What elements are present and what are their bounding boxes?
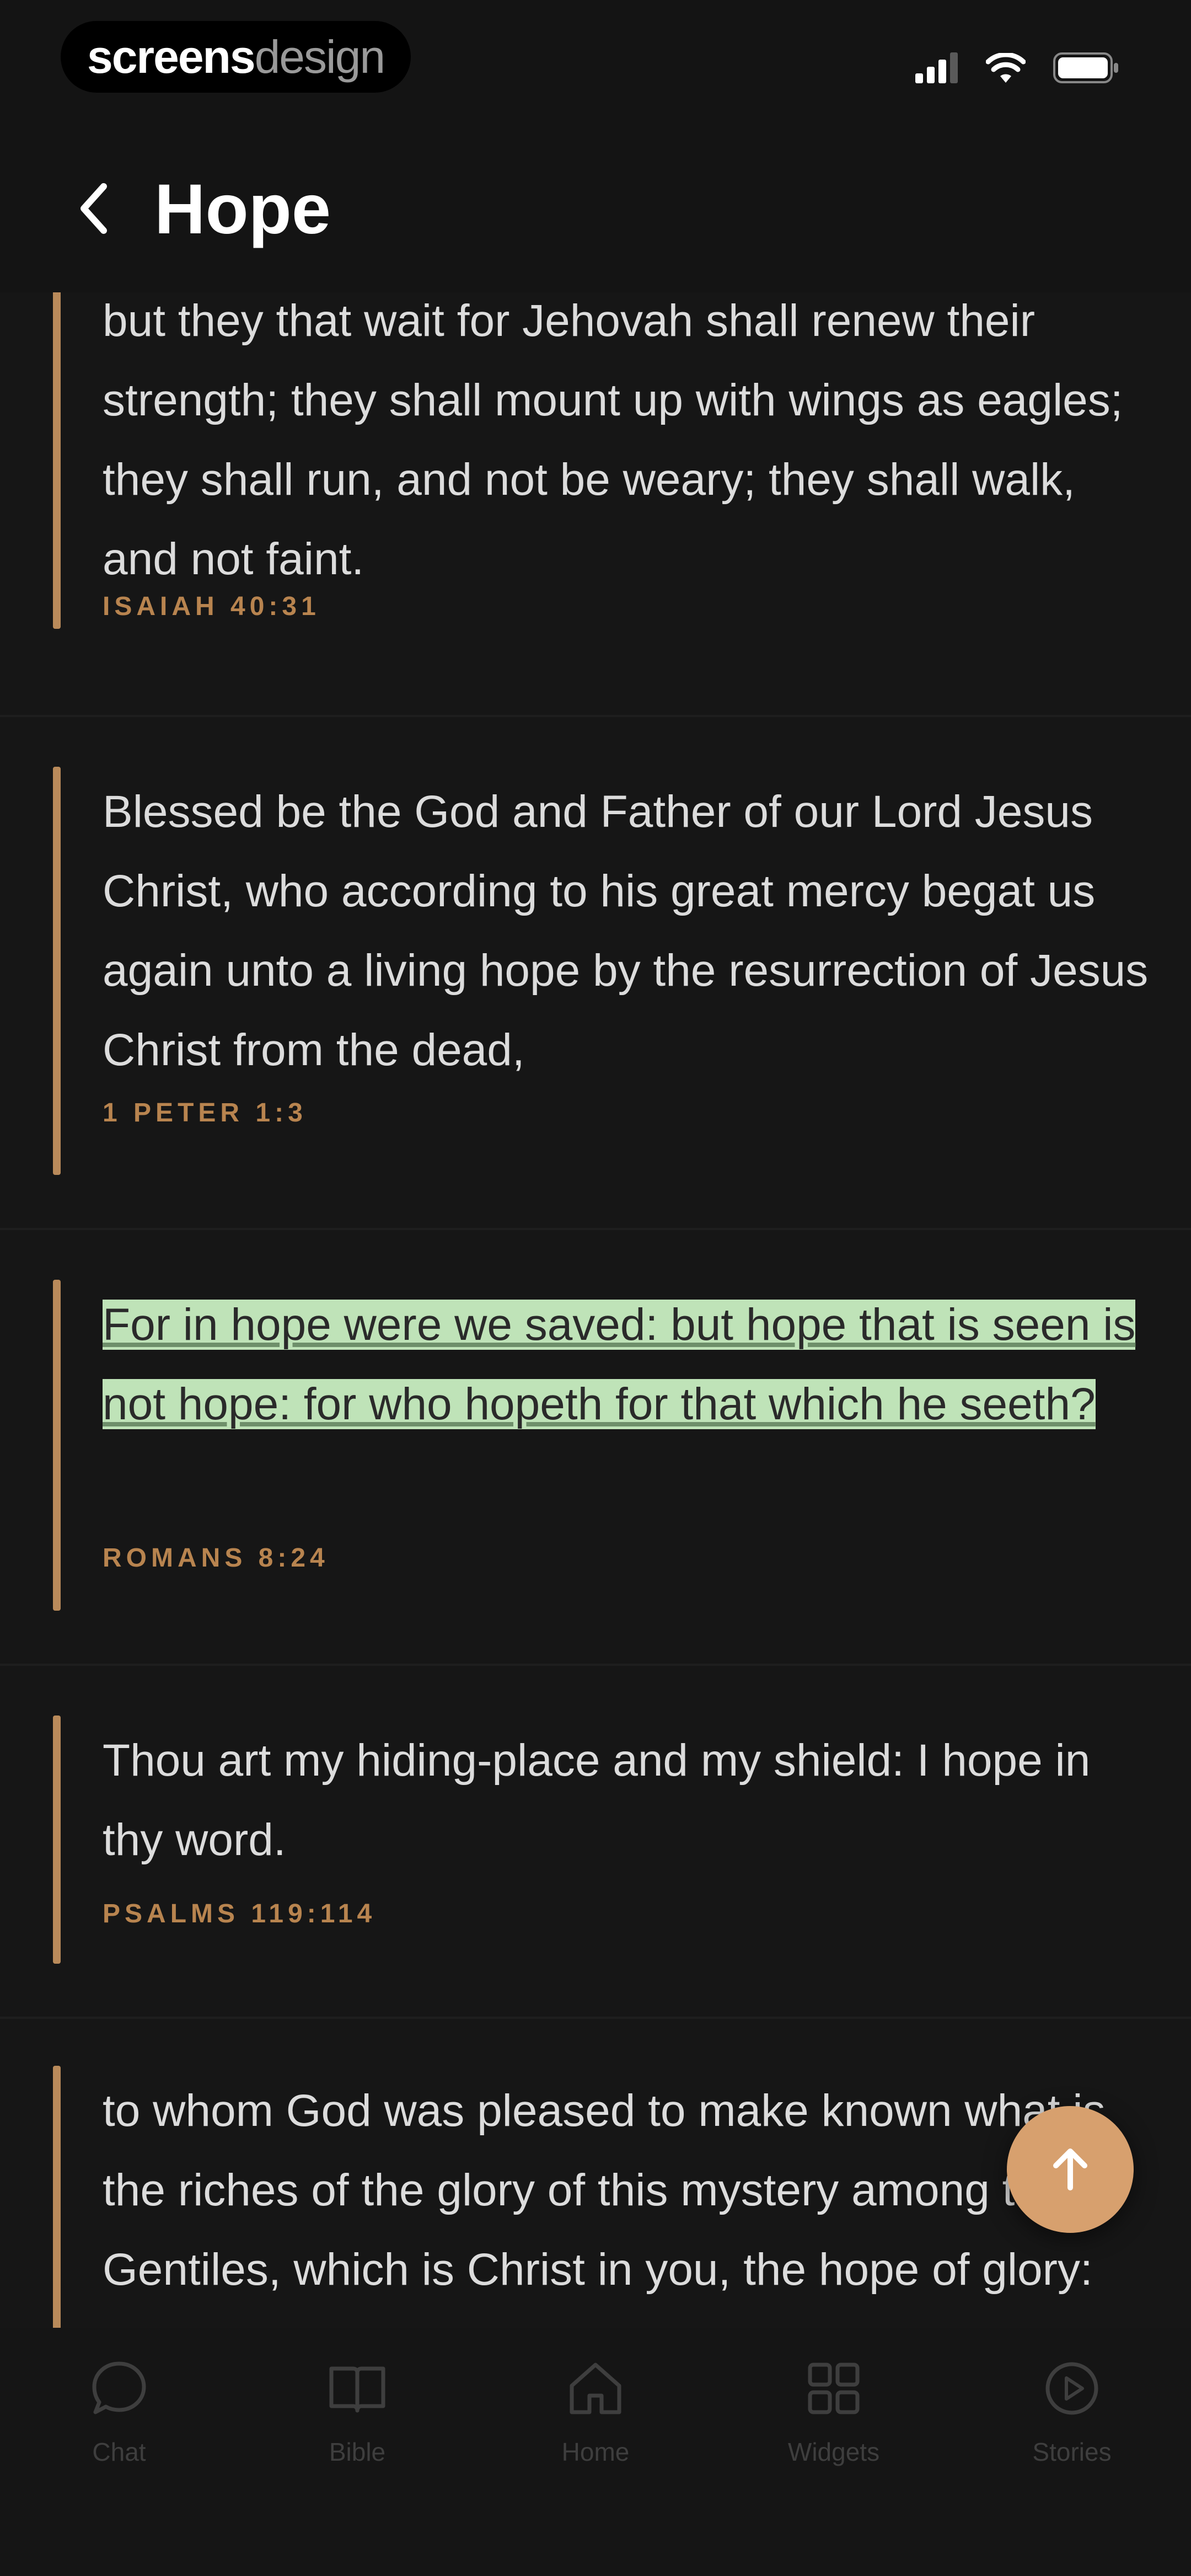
tab-widgets[interactable]: Widgets — [751, 2355, 916, 2467]
tab-label: Home — [561, 2438, 630, 2466]
tab-label: Bible — [329, 2438, 386, 2466]
verse-reference[interactable]: ISAIAH 40:31 — [103, 591, 320, 622]
status-icons — [915, 44, 1119, 94]
cellular-signal-icon — [915, 52, 958, 86]
highlight-span[interactable]: For in hope were we saved: but hope that… — [103, 1300, 1136, 1429]
tab-label: Widgets — [787, 2438, 880, 2466]
tab-bar: Chat Bible Home Widgets Stories — [0, 2328, 1191, 2576]
wifi-icon — [985, 52, 1026, 85]
verse-accent-bar — [53, 1715, 61, 1964]
tab-stories[interactable]: Stories — [989, 2355, 1155, 2467]
book-icon — [324, 2355, 390, 2422]
chat-bubble-icon — [86, 2355, 152, 2422]
verse-text: Blessed be the God and Father of our Lor… — [103, 787, 1149, 1075]
verse-reference[interactable]: ROMANS 8:24 — [103, 1543, 329, 1573]
battery-icon — [1053, 52, 1119, 86]
verse-list[interactable]: but they that wait for Jehovah shall ren… — [0, 287, 1191, 2328]
play-circle-icon — [1039, 2355, 1105, 2422]
status-bar: screens design — [0, 0, 1191, 127]
back-button[interactable] — [66, 177, 121, 243]
verse-card[interactable]: but they that wait for Jehovah shall ren… — [0, 287, 1191, 717]
tab-bible[interactable]: Bible — [275, 2355, 440, 2467]
verse-accent-bar — [53, 2066, 61, 2328]
verse-text: Thou art my hiding-place and my shield: … — [103, 1735, 1091, 1865]
page-title: Hope — [154, 170, 331, 249]
watermark: screens design — [61, 21, 411, 93]
tab-label: Chat — [92, 2438, 146, 2466]
scroll-to-top-button[interactable] — [1007, 2106, 1134, 2233]
verse-card[interactable]: Thou art my hiding-place and my shield: … — [0, 1666, 1191, 2019]
chevron-left-icon — [77, 181, 110, 239]
watermark-light: design — [254, 30, 386, 83]
verse-text: to whom God was pleased to make known wh… — [103, 2086, 1106, 2295]
tab-home[interactable]: Home — [513, 2355, 678, 2467]
tab-label: Stories — [1032, 2438, 1112, 2466]
tab-chat[interactable]: Chat — [36, 2355, 202, 2467]
verse-card[interactable]: Blessed be the God and Father of our Lor… — [0, 717, 1191, 1230]
header: Hope — [0, 127, 1191, 292]
watermark-bold: screens — [87, 30, 256, 83]
verse-accent-bar — [53, 1280, 61, 1611]
verse-accent-bar — [53, 287, 61, 629]
arrow-up-icon — [1048, 2144, 1092, 2196]
verse-text-highlighted: For in hope were we saved: but hope that… — [103, 1285, 1150, 1444]
verse-text: but they that wait for Jehovah shall ren… — [103, 296, 1123, 584]
verse-accent-bar — [53, 767, 61, 1175]
home-icon — [562, 2355, 629, 2422]
verse-reference[interactable]: PSALMS 119:114 — [103, 1899, 376, 1929]
verse-reference[interactable]: 1 PETER 1:3 — [103, 1098, 307, 1128]
grid-icon — [801, 2355, 867, 2422]
verse-card[interactable]: For in hope were we saved: but hope that… — [0, 1230, 1191, 1666]
